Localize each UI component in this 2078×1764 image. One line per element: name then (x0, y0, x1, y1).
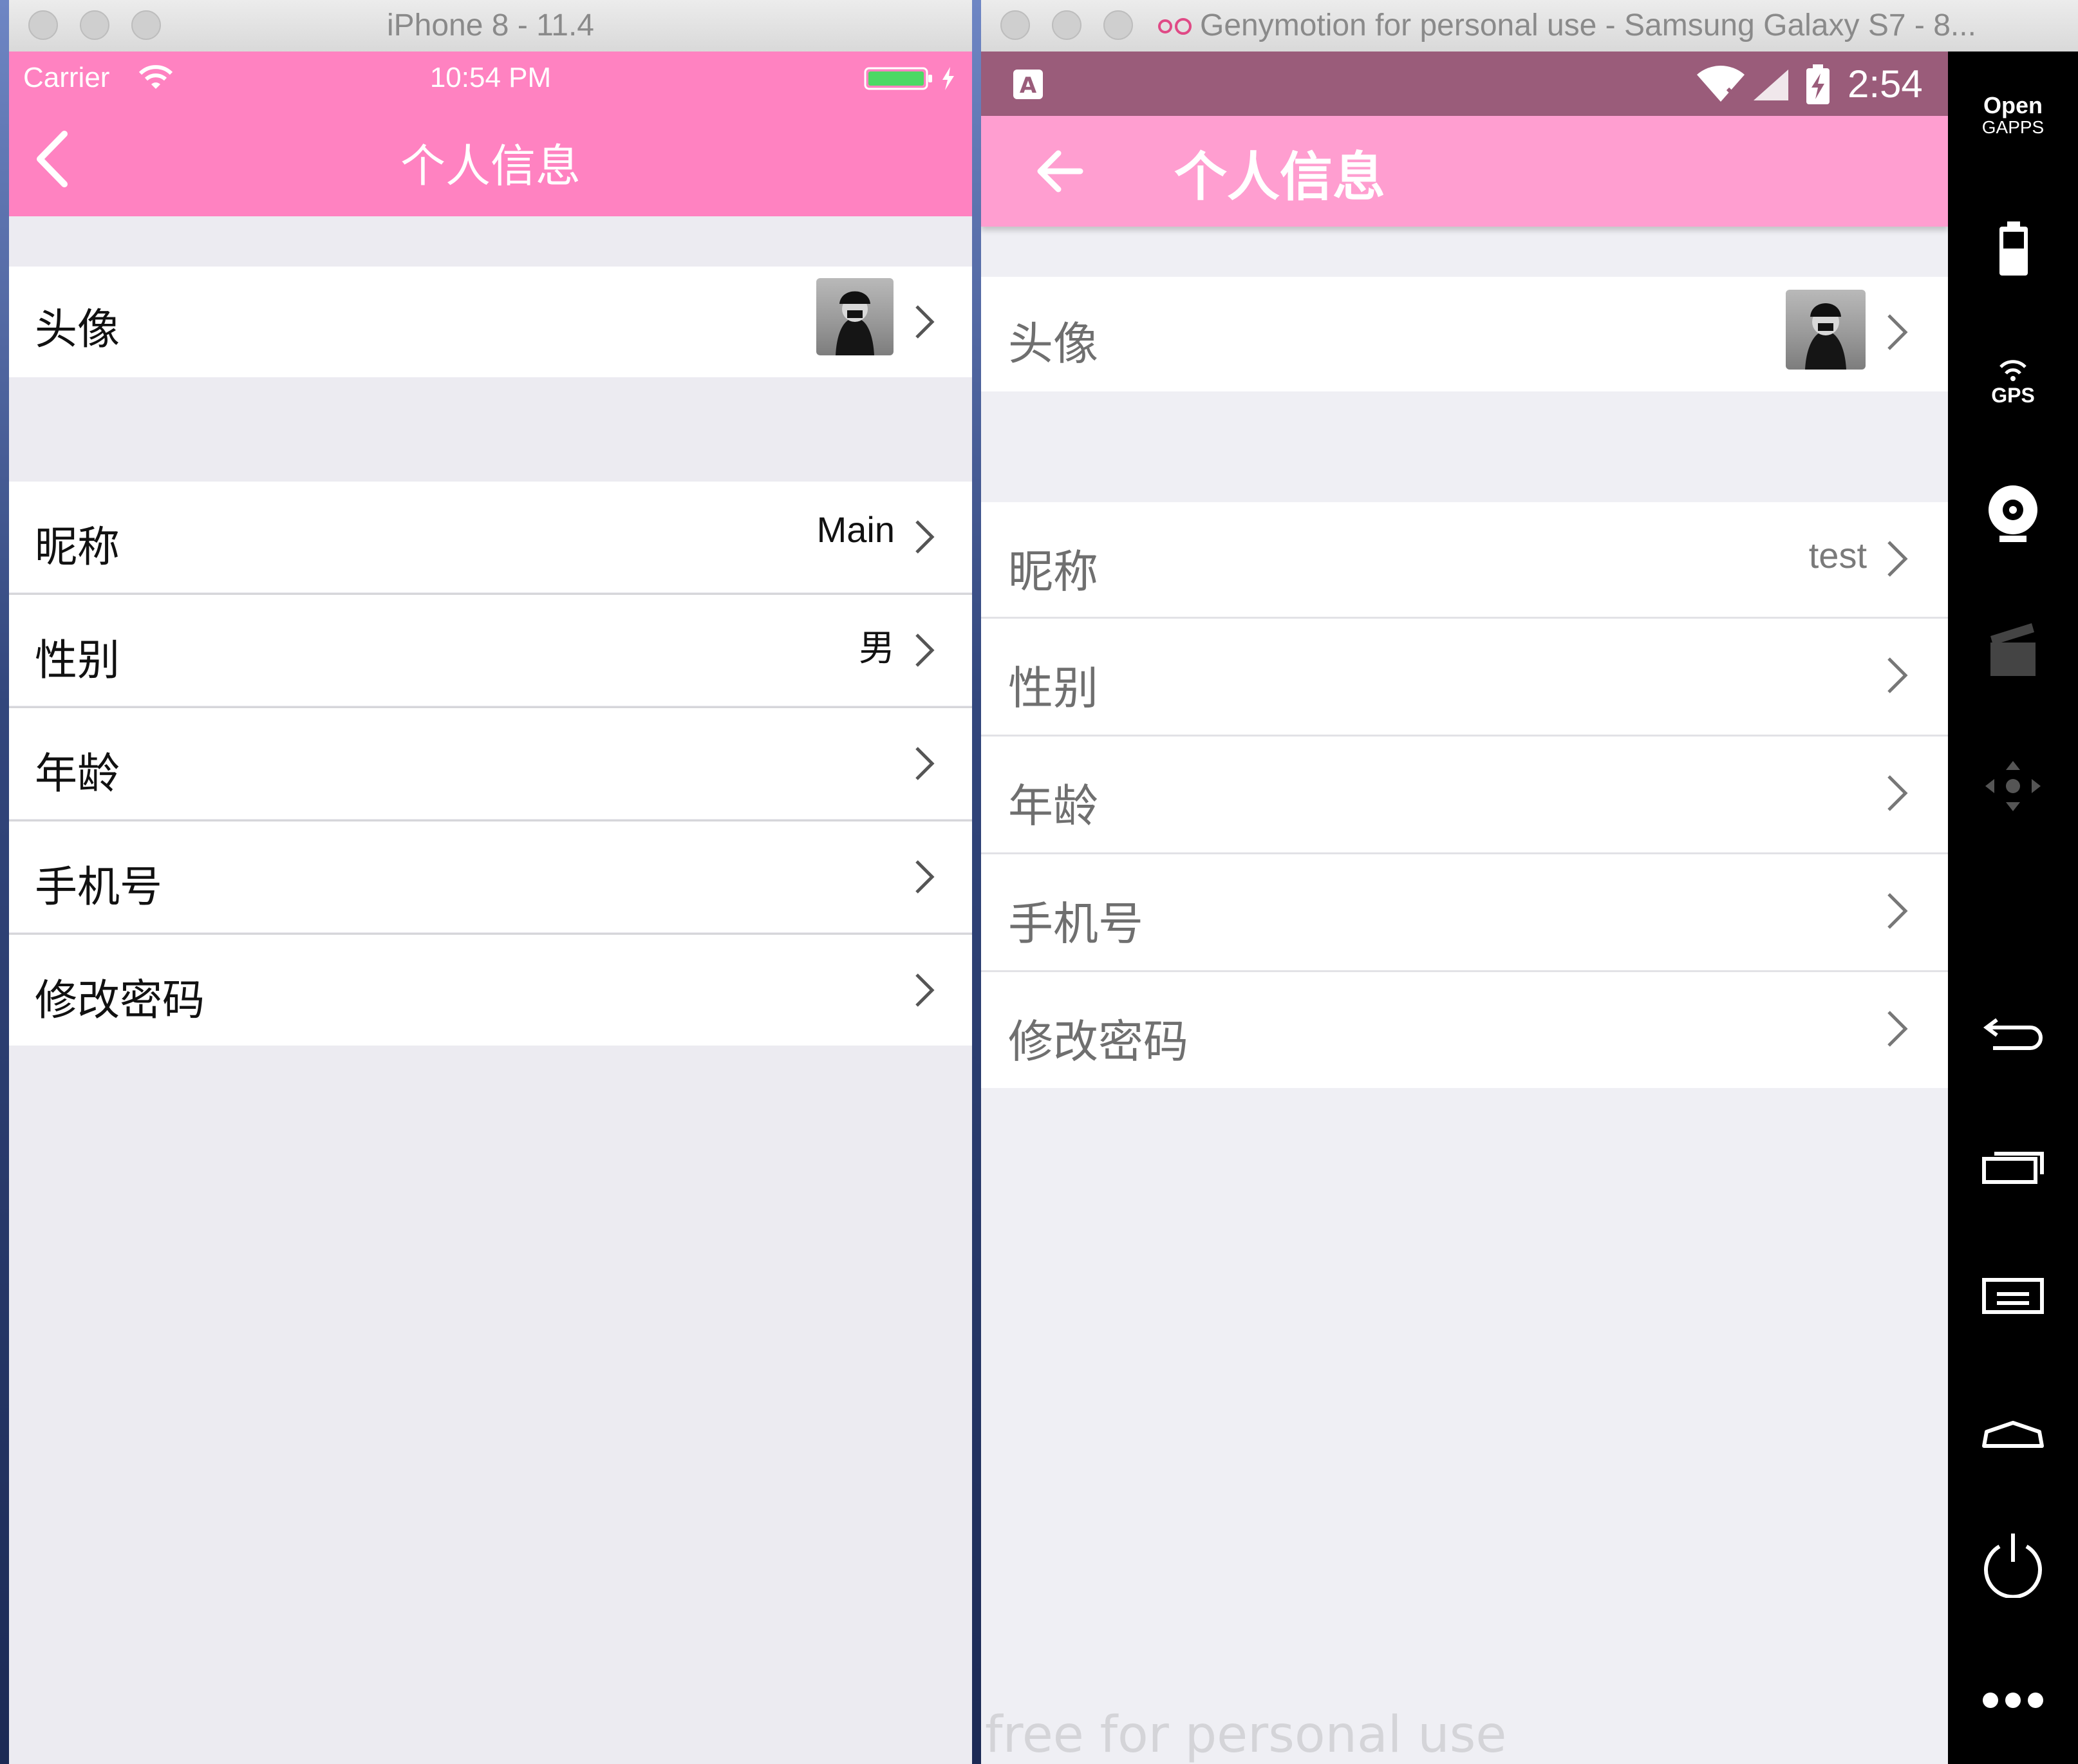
age-row[interactable]: 年龄 (9, 708, 972, 819)
nickname-row[interactable]: 昵称 Main (9, 482, 972, 592)
page-title: 个人信息 (400, 140, 581, 192)
change-password-row[interactable]: 修改密码 (9, 935, 972, 1046)
menu-icon[interactable] (1948, 1268, 2078, 1320)
screencast-icon[interactable] (1948, 617, 2078, 681)
back-icon[interactable] (1948, 1004, 2078, 1056)
change-password-row-label: 修改密码 (1008, 1015, 1188, 1068)
age-row-label: 年龄 (1008, 780, 1098, 832)
android-clock: 2:54 (1848, 62, 1923, 106)
ios-simulator-window: iPhone 8 - 11.4 Carrier 10:54 PM 个人信息 头像 (9, 0, 972, 1764)
chevron-right-icon (915, 973, 935, 1007)
change-password-row-label: 修改密码 (35, 975, 205, 1025)
chevron-right-icon (915, 305, 935, 339)
age-row-label: 年龄 (35, 749, 120, 798)
android-toolbar: 个人信息 (981, 116, 1948, 227)
genymotion-sidebar: Open GAPPS GPS (1948, 52, 2078, 1764)
charging-bolt-icon (942, 67, 954, 90)
chevron-right-icon (915, 860, 935, 894)
battery-charging-icon (1806, 64, 1830, 104)
minimize-window-button[interactable] (1052, 10, 1081, 40)
avatar-row-label: 头像 (35, 305, 120, 354)
recent-apps-icon[interactable] (1948, 1140, 2078, 1191)
gender-value: 男 (859, 628, 895, 670)
chevron-right-icon (1887, 657, 1908, 693)
page-title: 个人信息 (1174, 147, 1386, 208)
nickname-row[interactable]: 昵称 test (981, 502, 1948, 617)
ios-clock: 10:54 PM (429, 62, 552, 93)
dpad-icon[interactable] (1948, 751, 2078, 821)
avatar-image (1786, 290, 1866, 370)
opengapps-icon[interactable]: Open GAPPS (1948, 94, 2078, 136)
wifi-off-icon (1697, 66, 1745, 102)
chevron-right-icon (1887, 775, 1908, 811)
svg-text:A: A (1020, 73, 1037, 99)
phone-row[interactable]: 手机号 (981, 854, 1948, 970)
cell-signal-icon (1754, 70, 1788, 100)
chevron-right-icon (915, 633, 935, 667)
phone-row[interactable]: 手机号 (9, 821, 972, 932)
nickname-value: Main (816, 509, 895, 550)
battery-icon[interactable] (1948, 218, 2078, 279)
webcam-icon[interactable] (1948, 482, 2078, 546)
notification-a-icon: A (1013, 70, 1043, 99)
genymotion-watermark: free for personal use (985, 1706, 1507, 1764)
android-window-title: Genymotion for personal use - Samsung Ga… (1200, 8, 1976, 42)
opengapps-line1: Open (1983, 92, 2043, 118)
android-emulator-window: Genymotion for personal use - Samsung Ga… (981, 0, 2078, 1764)
ios-window-titlebar: iPhone 8 - 11.4 (9, 0, 972, 52)
chevron-right-icon (915, 520, 935, 554)
avatar-row-label: 头像 (1008, 317, 1098, 370)
genymotion-logo-icon (1158, 18, 1192, 35)
chevron-right-icon (1887, 541, 1908, 577)
avatar-row[interactable]: 头像 (981, 277, 1948, 391)
chevron-right-icon (915, 747, 935, 780)
age-row[interactable]: 年龄 (981, 737, 1948, 852)
power-icon[interactable] (1948, 1527, 2078, 1598)
android-status-bar: A 2:54 (981, 52, 1948, 116)
gps-label: GPS (1991, 384, 2035, 407)
gender-row-label: 性别 (35, 635, 120, 685)
phone-row-label: 手机号 (35, 862, 162, 912)
more-icon[interactable] (1948, 1684, 2078, 1716)
nickname-value: test (1808, 535, 1867, 576)
home-icon[interactable] (1948, 1410, 2078, 1455)
chevron-right-icon (1887, 893, 1908, 929)
nickname-row-label: 昵称 (35, 522, 120, 572)
opengapps-line2: GAPPS (1981, 117, 2045, 137)
nickname-row-label: 昵称 (1008, 545, 1098, 598)
gender-row[interactable]: 性别 (981, 619, 1948, 735)
change-password-row[interactable]: 修改密码 (981, 972, 1948, 1088)
gps-icon[interactable]: GPS (1948, 354, 2078, 408)
close-window-button[interactable] (1000, 10, 1030, 40)
ios-status-bar: Carrier 10:54 PM (9, 52, 972, 103)
avatar-image (816, 278, 894, 355)
chevron-right-icon (1887, 314, 1908, 350)
gender-row-label: 性别 (1008, 662, 1098, 715)
avatar-row[interactable]: 头像 (9, 267, 972, 377)
phone-row-label: 手机号 (1008, 897, 1143, 950)
android-window-titlebar: Genymotion for personal use - Samsung Ga… (981, 0, 2078, 52)
back-arrow-icon[interactable] (1033, 144, 1087, 198)
ios-navigation-bar: 个人信息 (9, 103, 972, 216)
battery-icon (864, 67, 932, 90)
ios-window-title: iPhone 8 - 11.4 (386, 8, 594, 42)
zoom-window-button[interactable] (1103, 10, 1133, 40)
chevron-right-icon (1887, 1011, 1908, 1047)
gender-row[interactable]: 性别 男 (9, 595, 972, 706)
